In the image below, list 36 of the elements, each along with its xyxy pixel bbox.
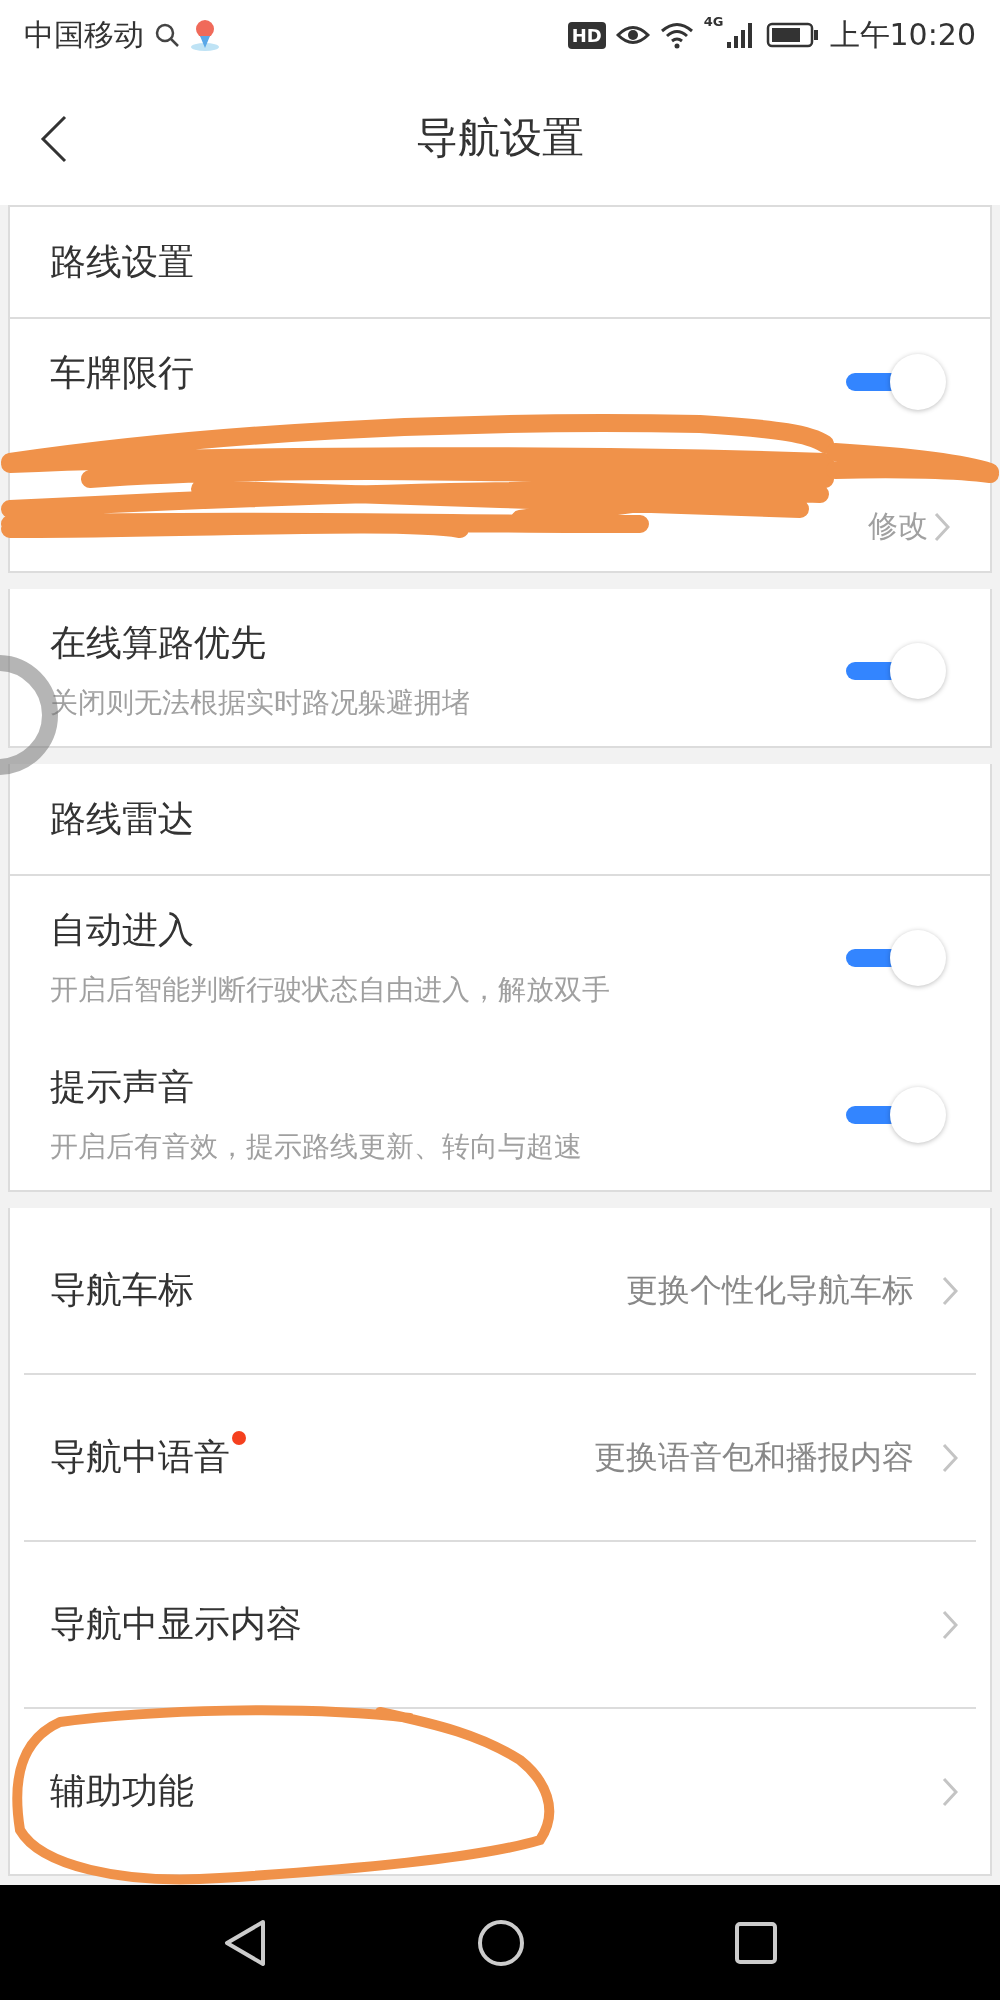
home-icon[interactable] xyxy=(477,1918,525,1967)
chevron-icon xyxy=(942,1275,958,1306)
page-title: 导航设置 xyxy=(416,111,584,164)
chevron-icon xyxy=(934,511,950,542)
clock-time: 上午10:20 xyxy=(829,15,976,54)
setting-value: 更换个性化导航车标 xyxy=(626,1269,914,1311)
chevron-icon xyxy=(942,1609,958,1640)
section-title: 路线设置 xyxy=(10,207,990,319)
back-icon[interactable] xyxy=(223,1917,267,1968)
map-pin-icon xyxy=(190,18,220,52)
recent-apps-icon[interactable] xyxy=(735,1921,777,1964)
chevron-icon xyxy=(942,1776,958,1807)
settings-row[interactable]: 辅助功能 xyxy=(24,1709,976,1874)
chevron-icon xyxy=(942,1442,958,1473)
setting-value: 更换语音包和播报内容 xyxy=(594,1436,914,1478)
setting-title: 自动进入 xyxy=(50,908,195,952)
setting-description: 开启后有音效，提示路线更新、转向与超速 xyxy=(50,1129,583,1165)
setting-title: 导航中语音 xyxy=(50,1433,230,1482)
setting-title: 在线算路优先 xyxy=(50,621,267,665)
settings-row[interactable]: 导航车标 更换个性化导航车标 xyxy=(24,1208,976,1375)
wifi-icon xyxy=(659,21,694,49)
setting-description: 开启后智能判断行驶状态自由进入，解放双手 xyxy=(50,972,611,1008)
setting-title: 提示声音 xyxy=(50,1065,195,1109)
carrier-name: 中国移动 xyxy=(24,15,144,54)
setting-title: 导航车标 xyxy=(50,1268,194,1312)
setting-title: 车牌限行 xyxy=(50,351,195,395)
settings-row[interactable]: 导航中语音 更换语音包和播报内容 xyxy=(24,1375,976,1542)
network-type: 4G xyxy=(703,14,724,29)
settings-row[interactable]: 导航中显示内容 xyxy=(24,1542,976,1709)
setting-title: 辅助功能 xyxy=(50,1769,194,1813)
section-title: 路线雷达 xyxy=(10,764,990,876)
setting-title: 导航中显示内容 xyxy=(50,1602,302,1646)
battery-icon xyxy=(765,21,820,49)
back-icon[interactable] xyxy=(40,115,68,163)
hd-badge: HD xyxy=(567,21,606,49)
search-icon xyxy=(154,22,180,48)
